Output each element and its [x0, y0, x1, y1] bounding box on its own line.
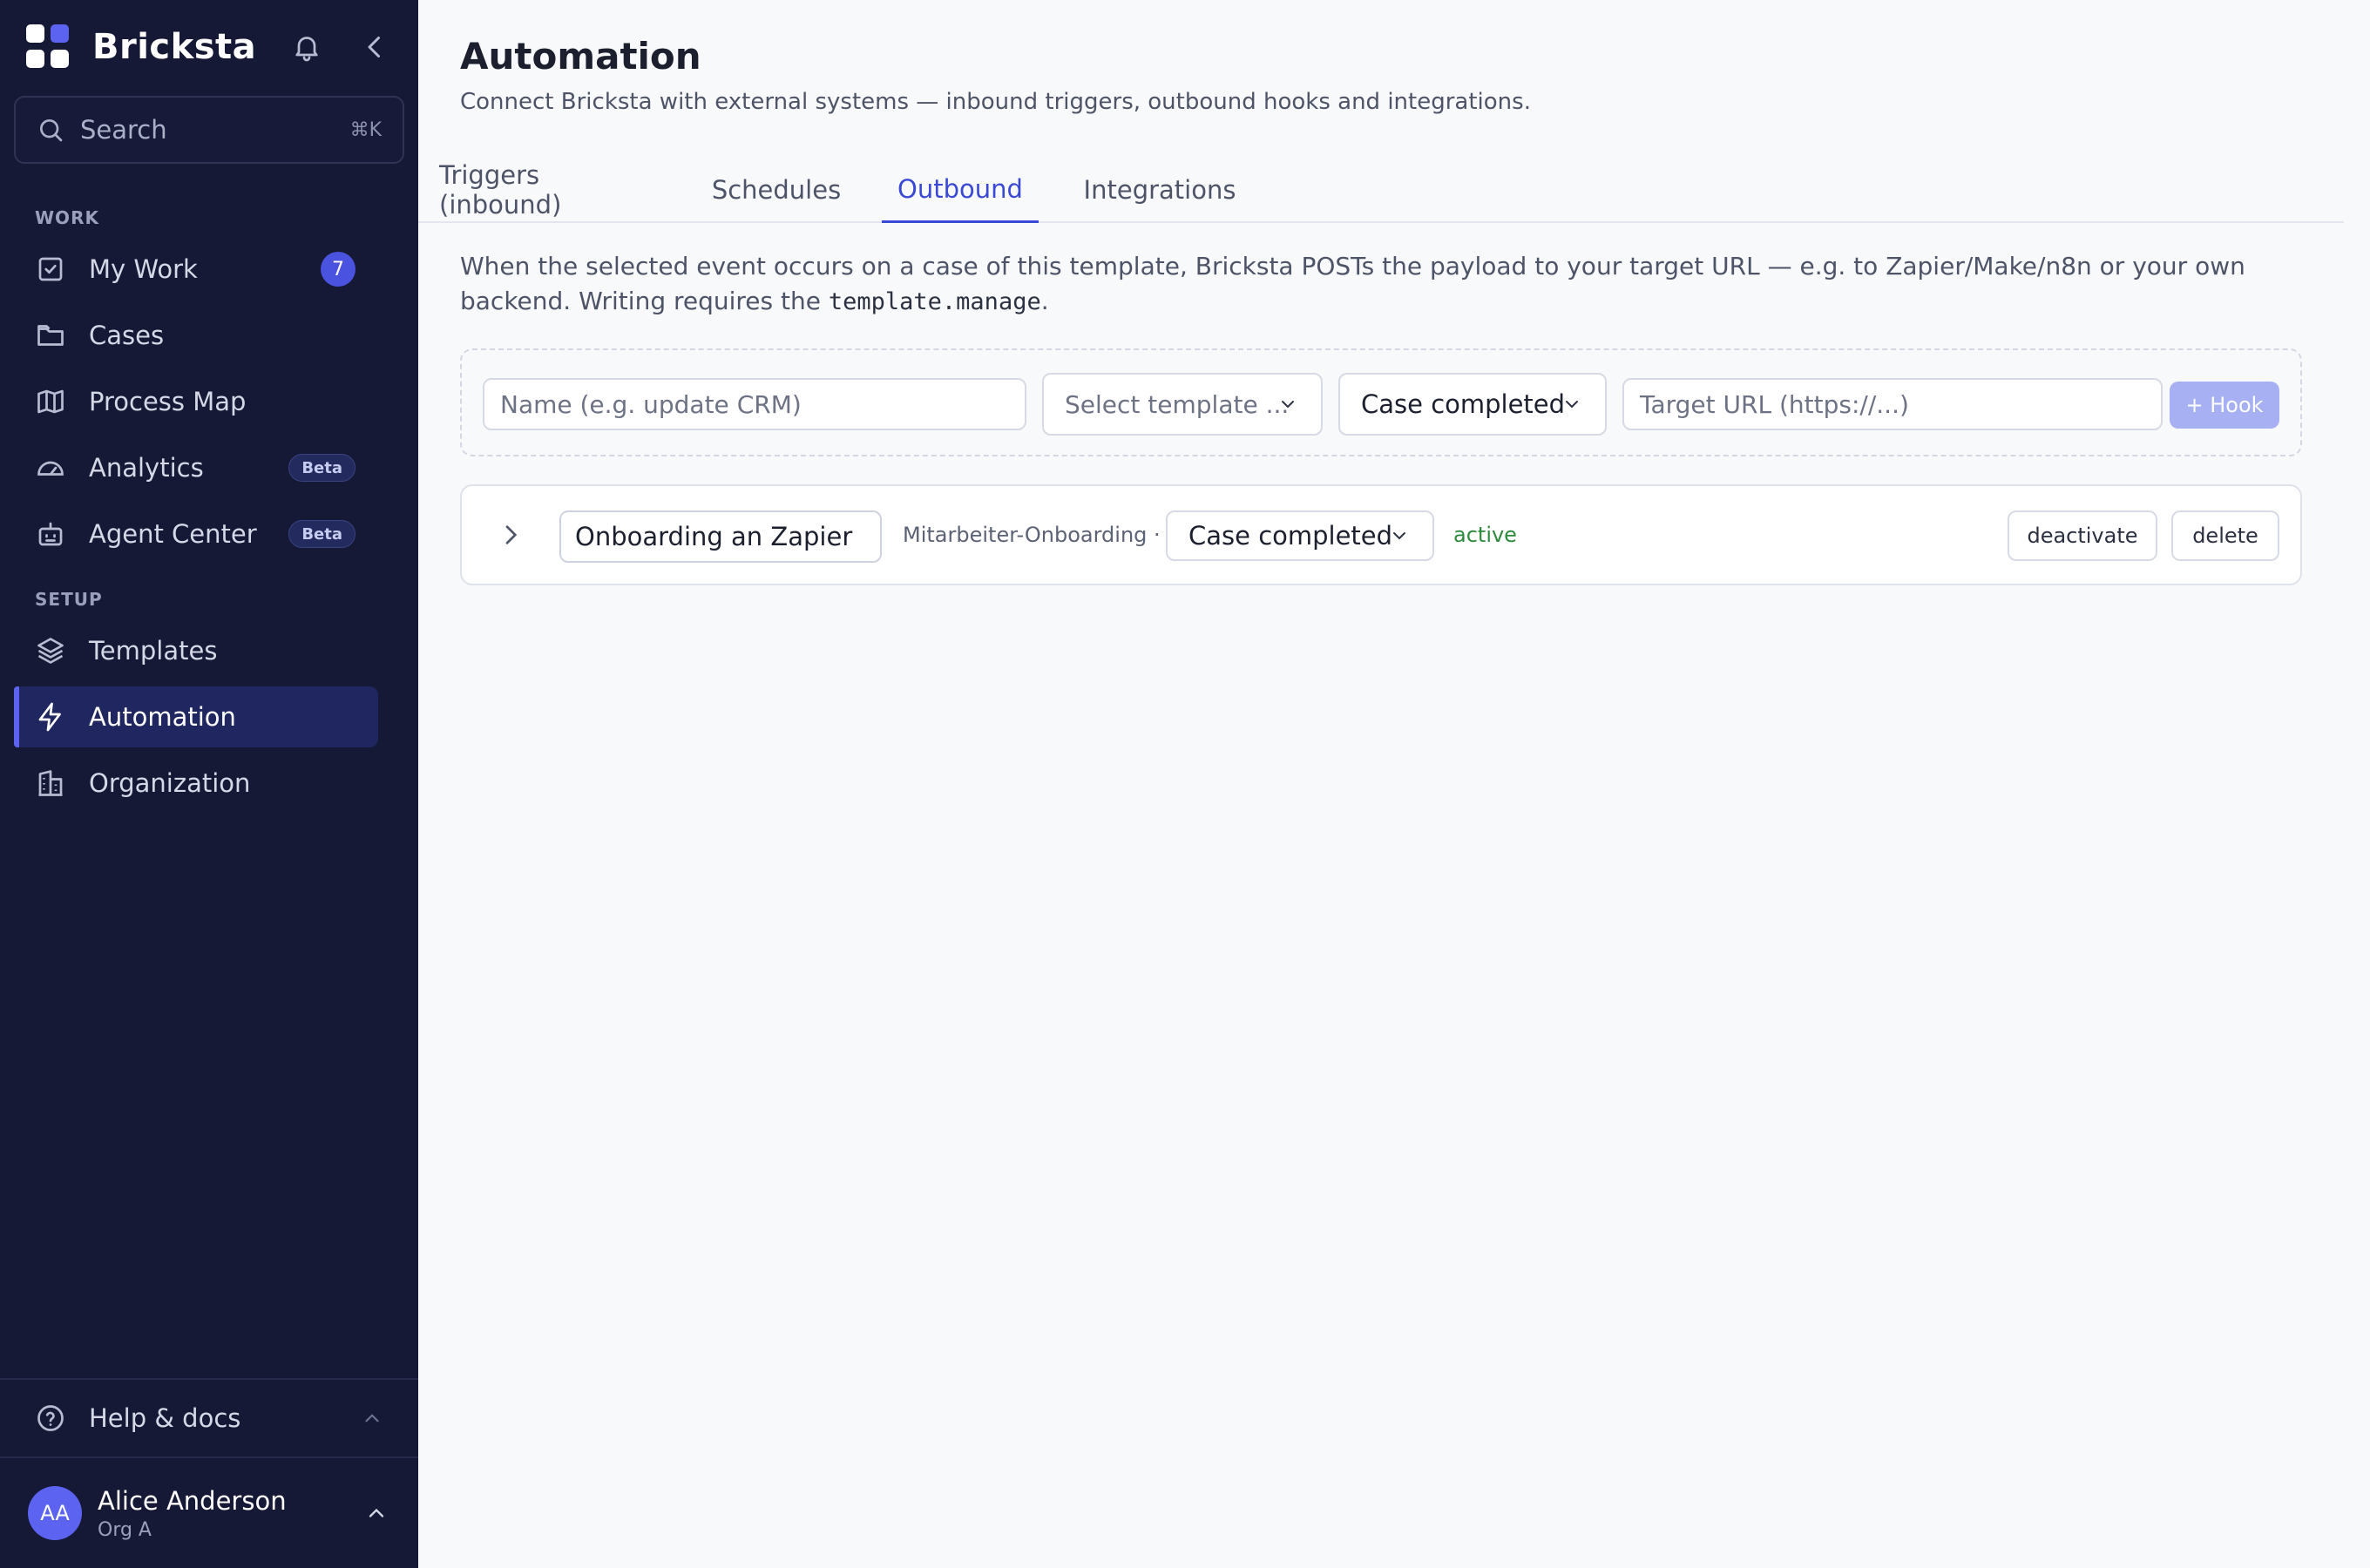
- search-icon: [40, 119, 63, 142]
- chevron-down-icon: [1282, 401, 1294, 409]
- sidebar-item-label: My Work: [89, 254, 198, 284]
- target-url-placeholder: Target URL (https://...): [1640, 389, 1909, 419]
- hook-name-value: Onboarding an Zapier: [575, 522, 853, 551]
- checkbox-icon: [38, 257, 63, 281]
- description-end: .: [1040, 287, 1049, 315]
- section-label-setup: SETUP: [35, 589, 103, 610]
- brand[interactable]: Bricksta: [26, 24, 256, 70]
- sidebar-item-agent-center[interactable]: Agent Center Beta: [14, 504, 378, 564]
- sidebar-item-cases[interactable]: Cases: [14, 305, 378, 366]
- help-label: Help & docs: [89, 1403, 241, 1433]
- bolt-icon: [38, 702, 61, 732]
- sidebar-item-organization[interactable]: Organization: [14, 753, 378, 814]
- hook-event-select[interactable]: Case completed: [1166, 510, 1434, 561]
- hook-name-placeholder: Name (e.g. update CRM): [500, 389, 802, 419]
- hook-name-field[interactable]: Onboarding an Zapier: [559, 510, 882, 563]
- collapse-sidebar-icon[interactable]: [359, 31, 390, 63]
- chevron-right-icon[interactable]: [497, 521, 525, 549]
- search-placeholder: Search: [80, 115, 167, 145]
- sidebar-item-templates[interactable]: Templates: [14, 620, 378, 681]
- avatar: AA: [28, 1486, 82, 1540]
- new-hook-form: Name (e.g. update CRM) Select template .…: [460, 348, 2302, 456]
- folder-icon: [37, 325, 64, 346]
- sidebar-item-label: Organization: [89, 768, 251, 798]
- chevron-down-icon: [1393, 532, 1405, 540]
- template-select[interactable]: Select template ...: [1042, 373, 1323, 436]
- help-circle-icon: [37, 1405, 64, 1431]
- chevron-up-icon[interactable]: [364, 1501, 389, 1525]
- sidebar-item-label: Templates: [89, 636, 218, 666]
- hook-event-value: Case completed: [1188, 521, 1393, 551]
- page-title: Automation: [460, 35, 701, 78]
- chevron-down-icon: [1566, 401, 1578, 409]
- sidebar-item-my-work[interactable]: My Work 7: [14, 239, 378, 300]
- permission-code: template.manage: [828, 288, 1041, 315]
- tab-outbound[interactable]: Outbound: [882, 157, 1039, 223]
- sidebar-item-process-map[interactable]: Process Map: [14, 371, 378, 432]
- building-icon: [38, 770, 63, 796]
- sidebar-item-automation[interactable]: Automation: [14, 686, 378, 747]
- add-hook-button[interactable]: + Hook: [2170, 382, 2279, 429]
- robot-icon: [38, 522, 63, 546]
- sidebar-item-label: Analytics: [89, 453, 204, 483]
- page-subtitle: Connect Bricksta with external systems —…: [460, 89, 1531, 115]
- sidebar: Bricksta Search ⌘K WORK My Work 7 Cases …: [0, 0, 418, 1568]
- event-select-value: Case completed: [1361, 389, 1566, 419]
- outbound-description: When the selected event occurs on a case…: [460, 249, 2333, 320]
- sidebar-item-label: Cases: [89, 321, 165, 350]
- user-org: Org A: [98, 1518, 152, 1541]
- delete-button[interactable]: delete: [2171, 510, 2279, 561]
- app-name: Bricksta: [92, 27, 257, 67]
- status-badge: active: [1453, 523, 1517, 547]
- sidebar-item-analytics[interactable]: Analytics Beta: [14, 437, 378, 498]
- beta-badge: Beta: [288, 520, 356, 548]
- layers-icon: [37, 638, 64, 664]
- bell-icon[interactable]: [291, 31, 322, 63]
- chevron-up-icon[interactable]: [361, 1407, 383, 1429]
- user-name: Alice Anderson: [98, 1485, 287, 1516]
- template-select-placeholder: Select template ...: [1065, 389, 1290, 419]
- hook-template: Mitarbeiter-Onboarding ·: [903, 523, 1161, 547]
- search-shortcut: ⌘K: [349, 118, 382, 141]
- section-label-work: WORK: [35, 207, 99, 228]
- sidebar-item-label: Process Map: [89, 387, 247, 416]
- gauge-icon: [37, 461, 64, 476]
- description-text: When the selected event occurs on a case…: [460, 252, 2245, 315]
- tab-schedules[interactable]: Schedules: [695, 157, 857, 223]
- event-select[interactable]: Case completed: [1338, 373, 1607, 436]
- bricksta-logo: [26, 24, 70, 70]
- deactivate-button[interactable]: deactivate: [2008, 510, 2157, 561]
- sidebar-item-label: Automation: [89, 702, 236, 732]
- main-content: Automation Connect Bricksta with externa…: [418, 0, 2370, 1568]
- help-docs[interactable]: Help & docs: [0, 1378, 418, 1456]
- hook-name-input[interactable]: Name (e.g. update CRM): [483, 378, 1026, 430]
- target-url-input[interactable]: Target URL (https://...): [1622, 378, 2163, 430]
- tab-triggers-inbound[interactable]: Triggers (inbound): [439, 157, 660, 223]
- user-menu[interactable]: AA Alice Anderson Org A: [0, 1456, 418, 1568]
- hook-row: Onboarding an Zapier Mitarbeiter-Onboard…: [460, 484, 2302, 585]
- tab-bar: Triggers (inbound) Schedules Outbound In…: [418, 157, 2344, 223]
- my-work-count-badge: 7: [321, 252, 356, 287]
- map-icon: [37, 389, 64, 414]
- search-input[interactable]: Search ⌘K: [14, 96, 404, 164]
- sidebar-item-label: Agent Center: [89, 519, 257, 549]
- tab-integrations[interactable]: Integrations: [1063, 157, 1256, 223]
- beta-badge: Beta: [288, 454, 356, 482]
